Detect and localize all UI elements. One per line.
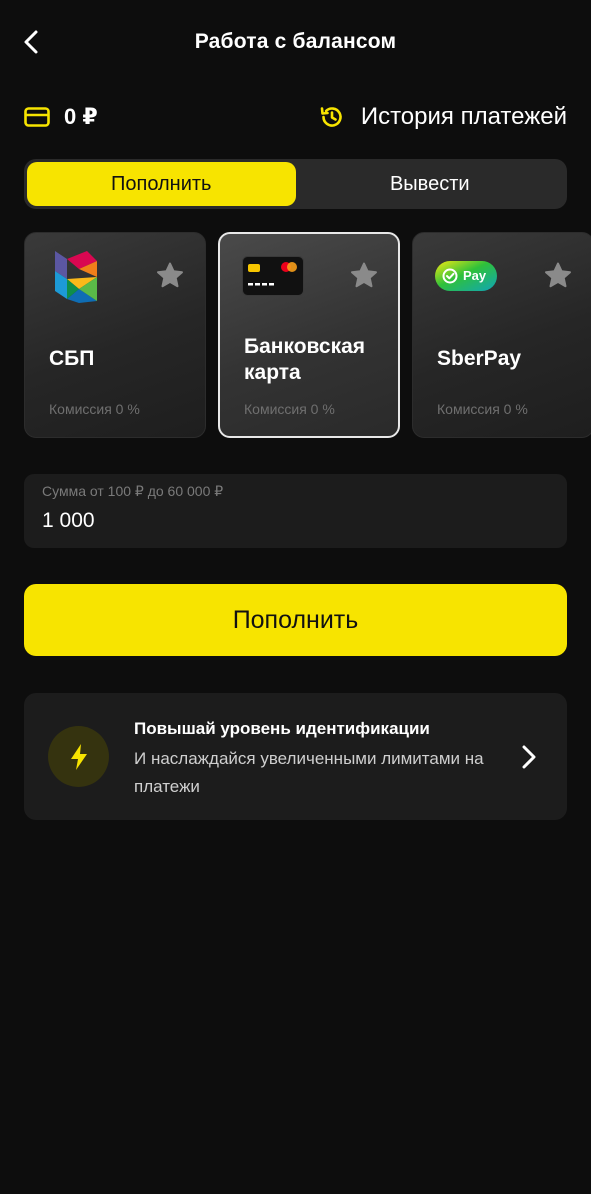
favorite-star-icon[interactable] (155, 261, 185, 291)
method-title: SberPay (437, 347, 522, 370)
method-card-bank-card[interactable]: Банковская карта Комиссия 0 % (218, 232, 400, 438)
banner-icon-circle (48, 726, 109, 787)
payment-history-link[interactable]: История платежей (319, 100, 567, 134)
identification-banner[interactable]: Повышай уровень идентификации И наслажда… (24, 693, 567, 820)
sberpay-badge-label: Pay (463, 268, 487, 283)
method-fee: Комиссия 0 % (49, 401, 140, 417)
tab-deposit[interactable]: Пополнить (27, 162, 296, 206)
favorite-star-icon[interactable] (349, 261, 379, 291)
chevron-right-icon (522, 745, 536, 769)
banner-text: И наслаждайся увеличенными лимитами на п… (134, 749, 484, 796)
page-title: Работа с балансом (194, 30, 397, 53)
method-fee: Комиссия 0 % (244, 401, 335, 417)
sbp-logo-icon (55, 251, 97, 303)
deposit-withdraw-switch: Пополнить Вывести (24, 159, 567, 209)
payment-methods: СБП Комиссия 0 % Банковская карта Комисс… (24, 231, 591, 439)
card-icon (24, 107, 50, 127)
favorite-star-icon[interactable] (543, 261, 573, 291)
method-card-sbp[interactable]: СБП Комиссия 0 % (24, 232, 206, 438)
history-label: История платежей (360, 103, 567, 130)
amount-field[interactable]: Сумма от 100 ₽ до 60 000 ₽ (24, 474, 567, 548)
deposit-button[interactable]: Пополнить (24, 584, 567, 656)
history-icon (320, 107, 342, 127)
header: Работа с балансом (0, 0, 591, 88)
balance-amount: 0 ₽ (64, 104, 98, 129)
lightning-icon (70, 743, 87, 770)
amount-input[interactable] (42, 506, 542, 536)
method-card-sberpay[interactable]: Pay SberPay Комиссия 0 % (412, 232, 591, 438)
bank-card-icon (242, 256, 304, 296)
balance: 0 ₽ (24, 100, 98, 134)
amount-hint: Сумма от 100 ₽ до 60 000 ₽ (42, 483, 224, 499)
tab-withdraw[interactable]: Вывести (296, 162, 565, 206)
method-fee: Комиссия 0 % (437, 401, 528, 417)
banner-title: Повышай уровень идентификации (134, 719, 430, 738)
method-title: Банковская карта (244, 335, 366, 384)
method-title: СБП (49, 347, 95, 370)
